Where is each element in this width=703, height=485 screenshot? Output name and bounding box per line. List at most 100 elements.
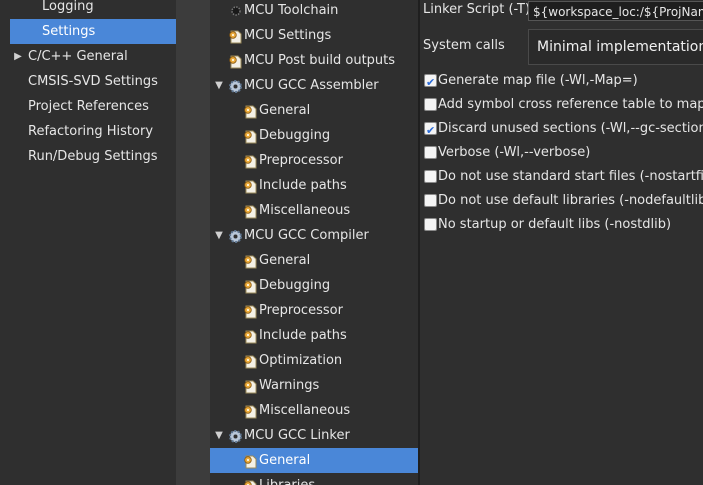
settings-page-icon: [243, 103, 258, 119]
tree-item-label: MCU GCC Compiler: [244, 228, 369, 243]
category-label: Run/Debug Settings: [28, 149, 158, 164]
tree-item[interactable]: General: [210, 98, 418, 123]
tree-item-label: MCU Settings: [244, 28, 332, 43]
linker-script-label: Linker Script (-T): [423, 2, 531, 17]
checkbox-label: Add symbol cross reference table to map …: [438, 97, 703, 112]
tree-item-label: Miscellaneous: [259, 403, 351, 418]
tool-settings-tree[interactable]: MCU Toolchain MCU Settings MCU Post build …: [210, 0, 418, 485]
checkbox-label: No startup or default libs (-nostdlib): [438, 217, 672, 232]
checkbox[interactable]: [424, 98, 437, 111]
category-label: Refactoring History: [28, 124, 154, 139]
tree-item[interactable]: General: [210, 248, 418, 273]
tree-item-label: Debugging: [259, 278, 331, 293]
checkbox[interactable]: ✔: [424, 122, 437, 137]
category-tree[interactable]: Logging Settings ▶ C/C++ General CMSIS-SVD S…: [0, 0, 176, 485]
collapse-arrow-icon[interactable]: ▼: [213, 423, 225, 448]
settings-page-icon: [228, 53, 243, 69]
tree-item-label: General: [259, 253, 311, 268]
category-label: C/C++ General: [28, 49, 128, 64]
category-item[interactable]: CMSIS-SVD Settings: [10, 69, 176, 94]
category-label: CMSIS-SVD Settings: [28, 74, 158, 89]
category-label: Settings: [42, 24, 96, 39]
linker-general-options: Linker Script (-T) ${workspace_loc:/${Pr…: [420, 0, 703, 485]
tree-item-label: Preprocessor: [259, 153, 343, 168]
tree-item[interactable]: MCU Settings: [210, 23, 418, 48]
checkmark-icon: ✔: [426, 76, 436, 89]
tree-item-label: Include paths: [259, 178, 347, 193]
tree-item[interactable]: Include paths: [210, 323, 418, 348]
linker-script-input[interactable]: ${workspace_loc:/${ProjName}: [528, 1, 703, 21]
tree-item-label: Include paths: [259, 328, 347, 343]
settings-page-icon: [243, 128, 258, 144]
tree-item[interactable]: ▼ MCU GCC Assembler: [210, 73, 418, 98]
tool-gear-icon: [228, 428, 243, 443]
checkbox[interactable]: [424, 194, 437, 207]
tree-item[interactable]: ▼ MCU GCC Linker: [210, 423, 418, 448]
settings-page-icon: [243, 328, 258, 344]
settings-page-icon: [243, 153, 258, 169]
category-item[interactable]: ▶ C/C++ General: [10, 44, 176, 69]
toolchain-gear-icon: [228, 3, 243, 18]
category-label: Logging: [42, 0, 94, 14]
checkmark-icon: ✔: [426, 124, 436, 137]
expand-arrow-icon[interactable]: ▶: [13, 44, 23, 69]
tree-item[interactable]: ▼ MCU GCC Compiler: [210, 223, 418, 248]
tree-item[interactable]: MCU Post build outputs: [210, 48, 418, 73]
settings-page-icon: [243, 453, 258, 469]
tool-gear-icon: [228, 78, 243, 93]
checkbox[interactable]: [424, 146, 437, 159]
settings-page-icon: [243, 253, 258, 269]
tree-item[interactable]: Preprocessor: [210, 298, 418, 323]
settings-page-icon: [243, 403, 258, 419]
collapse-arrow-icon[interactable]: ▼: [213, 73, 225, 98]
tree-item[interactable]: General: [210, 448, 418, 473]
settings-page-icon: [243, 203, 258, 219]
tree-item[interactable]: MCU Toolchain: [210, 0, 418, 23]
tree-item-label: MCU Toolchain: [244, 3, 339, 18]
checkbox-label: Do not use default libraries (-nodefault…: [438, 193, 703, 208]
tree-item[interactable]: Miscellaneous: [210, 398, 418, 423]
category-item[interactable]: Run/Debug Settings: [10, 144, 176, 169]
category-label: Project References: [28, 99, 149, 114]
tree-item[interactable]: Include paths: [210, 173, 418, 198]
tree-item-label: Optimization: [259, 353, 343, 368]
tree-item-label: MCU GCC Linker: [244, 428, 350, 443]
tree-item-label: Miscellaneous: [259, 203, 351, 218]
checkbox[interactable]: [424, 170, 437, 183]
checkbox-label: Generate map file (-Wl,-Map=): [438, 73, 638, 88]
checkbox[interactable]: ✔: [424, 74, 437, 89]
settings-page-icon: [243, 378, 258, 394]
checkbox[interactable]: [424, 218, 437, 231]
tree-item-label: MCU Post build outputs: [244, 53, 396, 68]
system-calls-select[interactable]: Minimal implementation: [528, 29, 703, 65]
category-item[interactable]: Refactoring History: [10, 119, 176, 144]
system-calls-label: System calls: [423, 38, 505, 53]
category-item[interactable]: Project References: [10, 94, 176, 119]
tree-item-label: General: [259, 453, 311, 468]
tree-item[interactable]: Debugging: [210, 273, 418, 298]
checkbox-label: Do not use standard start files (-nostar…: [438, 169, 703, 184]
tree-item[interactable]: Preprocessor: [210, 148, 418, 173]
tree-item-label: MCU GCC Assembler: [244, 78, 379, 93]
tree-item[interactable]: Miscellaneous: [210, 198, 418, 223]
tree-item[interactable]: Debugging: [210, 123, 418, 148]
tree-item-label: Preprocessor: [259, 303, 343, 318]
tree-item[interactable]: Libraries: [210, 473, 418, 485]
category-item[interactable]: Logging: [10, 0, 176, 19]
tree-item-label: Warnings: [259, 378, 320, 393]
tree-item-label: Libraries: [259, 473, 315, 485]
settings-page-icon: [243, 303, 258, 319]
category-item[interactable]: Settings: [10, 19, 176, 44]
settings-page-icon: [243, 353, 258, 369]
settings-page-icon: [228, 28, 243, 44]
checkbox-label: Verbose (-Wl,--verbose): [438, 145, 591, 160]
properties-dialog: Logging Settings ▶ C/C++ General CMSIS-SVD S…: [0, 0, 703, 485]
panel-gutter: [176, 0, 210, 485]
tree-item-label: General: [259, 103, 311, 118]
tree-item[interactable]: Optimization: [210, 348, 418, 373]
tree-item[interactable]: Warnings: [210, 373, 418, 398]
tree-item-label: Debugging: [259, 128, 331, 143]
checkbox-label: Discard unused sections (-Wl,--gc-sectio…: [438, 121, 703, 136]
tool-gear-icon: [228, 228, 243, 243]
collapse-arrow-icon[interactable]: ▼: [213, 223, 225, 248]
